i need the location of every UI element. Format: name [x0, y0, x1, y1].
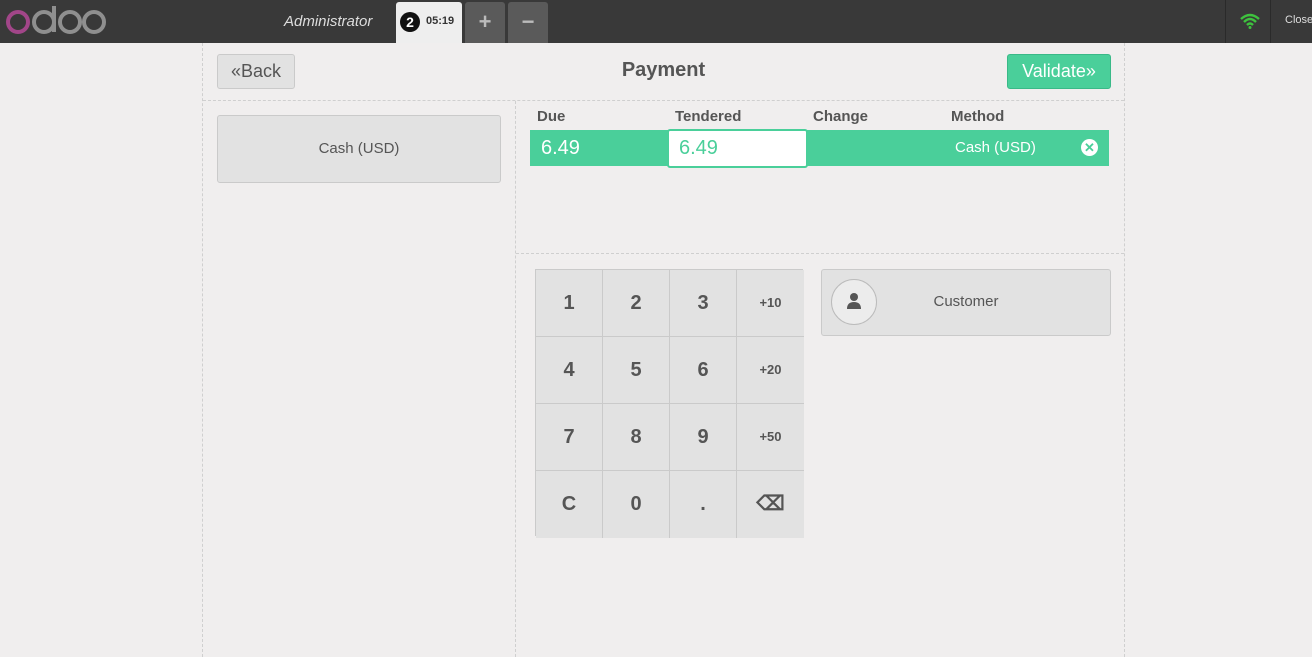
close-button[interactable]: Close: [1285, 14, 1312, 26]
paymentlines-area: Due Tendered Change Method 6.49 6.49 Cas…: [516, 101, 1124, 254]
numpad: 1 2 3 +10 4 5 6 +20 7 8 9 +50 C 0 . ⌫: [535, 269, 804, 538]
validate-button[interactable]: Validate»: [1007, 54, 1111, 89]
numpad-key-8[interactable]: 8: [603, 404, 670, 471]
payment-screen: «Back Payment Validate» Cash (USD) Due T…: [202, 43, 1125, 657]
numpad-key-plus20[interactable]: +20: [737, 337, 804, 404]
tendered-input[interactable]: 6.49: [667, 129, 808, 168]
column-method: Method: [951, 108, 1005, 125]
payment-methods-pane: Cash (USD): [203, 101, 516, 657]
numpad-key-1[interactable]: 1: [536, 270, 603, 337]
double-chevron-right-icon: »: [1085, 61, 1096, 81]
numpad-key-7[interactable]: 7: [536, 404, 603, 471]
remove-order-button[interactable]: −: [508, 2, 548, 43]
numpad-key-5[interactable]: 5: [603, 337, 670, 404]
numpad-key-plus10[interactable]: +10: [737, 270, 804, 337]
order-time: 05:19: [426, 15, 455, 27]
numpad-key-dot[interactable]: .: [670, 471, 737, 538]
customer-label: Customer: [933, 293, 999, 310]
numpad-key-plus50[interactable]: +50: [737, 404, 804, 471]
odoo-logo: [6, 6, 106, 34]
payment-header: «Back Payment Validate»: [203, 43, 1124, 101]
set-customer-button[interactable]: Customer: [821, 269, 1111, 336]
paymentline-row[interactable]: 6.49 6.49 Cash (USD) ✕: [530, 129, 1109, 168]
remove-paymentline-icon[interactable]: ✕: [1081, 139, 1098, 156]
numpad-key-3[interactable]: 3: [670, 270, 737, 337]
validate-label: Validate: [1022, 61, 1086, 81]
connection-status[interactable]: [1225, 0, 1271, 43]
numpad-key-clear[interactable]: C: [536, 471, 603, 538]
numpad-key-9[interactable]: 9: [670, 404, 737, 471]
page-title: Payment: [621, 59, 706, 81]
due-amount: 6.49: [541, 137, 580, 159]
order-number-badge: 2: [400, 12, 420, 32]
order-tab[interactable]: 2 05:19: [396, 2, 462, 43]
wifi-icon: [1240, 13, 1260, 29]
numpad-key-6[interactable]: 6: [670, 337, 737, 404]
numpad-key-4[interactable]: 4: [536, 337, 603, 404]
pos-topbar: Administrator 2 05:19 + − Close: [0, 0, 1312, 43]
cashier-name[interactable]: Administrator: [284, 13, 372, 30]
numpad-key-0[interactable]: 0: [603, 471, 670, 538]
payment-method-cash-usd[interactable]: Cash (USD): [217, 115, 501, 183]
backspace-icon[interactable]: ⌫: [737, 471, 804, 538]
numpad-key-2[interactable]: 2: [603, 270, 670, 337]
column-due: Due: [537, 108, 566, 125]
column-tendered: Tendered: [675, 108, 742, 125]
column-change: Change: [813, 108, 869, 125]
paymentline-method: Cash (USD): [955, 139, 1036, 156]
add-order-button[interactable]: +: [465, 2, 505, 43]
